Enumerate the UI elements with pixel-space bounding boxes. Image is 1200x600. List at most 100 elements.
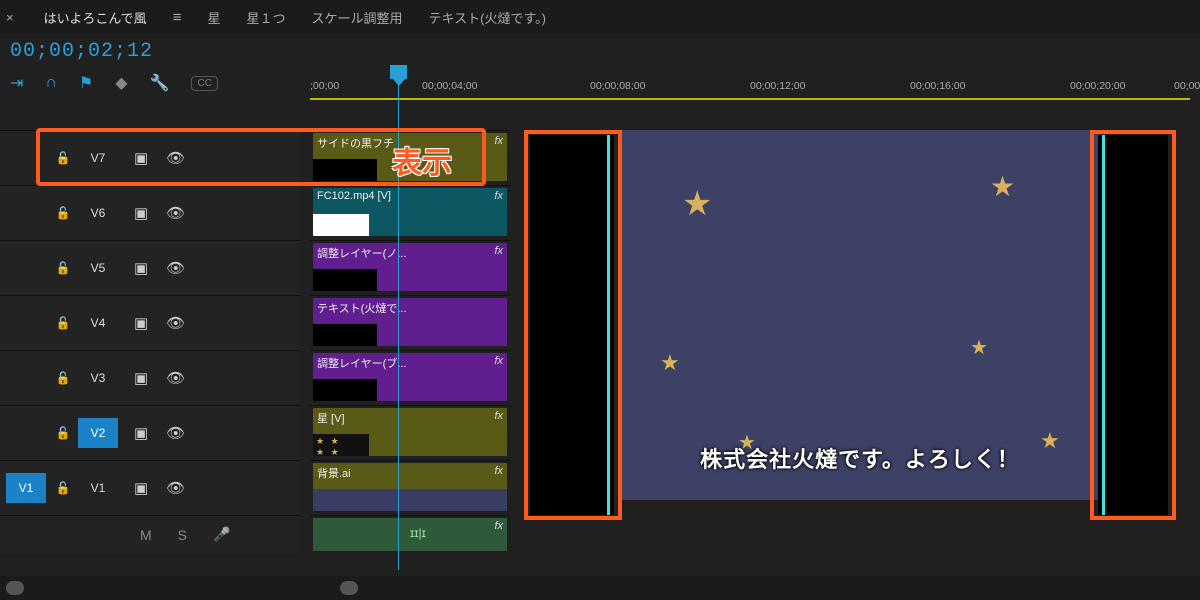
sequence-tab-bar: × はいよろこんで風 ≡ 星 星１つ スケール調整用 テキスト(火燵です。) bbox=[0, 0, 1200, 34]
clip-thumbnail bbox=[313, 379, 377, 401]
track-header-v7[interactable]: 🔓 V7 ▣ 👁 bbox=[0, 130, 300, 185]
ruler-tick: 00;00;20;00 bbox=[1070, 80, 1125, 92]
track-header-v4[interactable]: 🔓 V4 ▣ 👁 bbox=[0, 295, 300, 350]
lock-icon[interactable]: 🔓 bbox=[54, 206, 72, 220]
sequence-tab[interactable]: 星 bbox=[207, 8, 220, 27]
program-monitor-preview: ★ ★ ★ ★ ★ ★ 株式会社火燵です。よろしく！ bbox=[620, 130, 1100, 500]
clip-v4[interactable]: テキスト(火燵で... bbox=[313, 298, 507, 346]
eye-icon[interactable]: 👁 bbox=[166, 479, 185, 497]
playhead[interactable] bbox=[398, 65, 399, 570]
clip-v3[interactable]: 調整レイヤー(ブ... fx bbox=[313, 353, 507, 401]
captions-toggle[interactable]: CC bbox=[191, 76, 217, 91]
fx-badge-icon[interactable]: fx bbox=[494, 410, 503, 422]
clip-name: 星 [V] bbox=[317, 410, 491, 426]
preview-caption-text: 株式会社火燵です。よろしく！ bbox=[620, 442, 1100, 474]
lock-icon[interactable]: 🔓 bbox=[54, 426, 72, 440]
track-header-v5[interactable]: 🔓 V5 ▣ 👁 bbox=[0, 240, 300, 295]
eye-icon[interactable]: 👁 bbox=[166, 314, 185, 332]
zoom-handle-left[interactable] bbox=[6, 581, 24, 595]
clip-v5[interactable]: 調整レイヤー(ノ... fx bbox=[313, 243, 507, 291]
mute-toggle[interactable]: M bbox=[140, 527, 152, 543]
clip-name: FC102.mp4 [V] bbox=[317, 190, 491, 202]
insert-mode-icon[interactable]: ⇥ bbox=[10, 73, 23, 93]
sync-lock-icon[interactable]: ▣ bbox=[134, 369, 148, 387]
sequence-tab[interactable]: 星１つ bbox=[246, 8, 285, 27]
fx-badge-icon[interactable]: fx bbox=[494, 465, 503, 477]
track-header-a1[interactable]: M S 🎤 bbox=[0, 515, 300, 553]
clip-name: サイドの黒フチ bbox=[317, 135, 491, 151]
sync-lock-icon[interactable]: ▣ bbox=[134, 314, 148, 332]
sequence-tab[interactable]: スケール調整用 bbox=[311, 8, 402, 27]
source-patch-v1[interactable]: V1 bbox=[6, 473, 46, 503]
timeline-info: 00;00;02;12 ⇥ ∩ ⚑ ◆ 🔧 CC bbox=[10, 40, 218, 100]
sequence-tab[interactable]: テキスト(火燵です。) bbox=[429, 8, 546, 27]
track-header-v6[interactable]: 🔓 V6 ▣ 👁 bbox=[0, 185, 300, 240]
clip-name: 背景.ai bbox=[317, 465, 491, 481]
settings-wrench-icon[interactable]: 🔧 bbox=[150, 73, 170, 93]
timeline-horizontal-scrollbar[interactable] bbox=[0, 576, 1200, 600]
lock-icon[interactable]: 🔓 bbox=[54, 151, 72, 165]
clip-name: テキスト(火燵で... bbox=[317, 300, 491, 316]
clip-thumbnail bbox=[313, 324, 377, 346]
solo-toggle[interactable]: S bbox=[178, 527, 187, 543]
lock-icon[interactable]: 🔓 bbox=[54, 371, 72, 385]
marker-icon[interactable]: ⚑ bbox=[79, 73, 93, 93]
eye-icon[interactable]: 👁 bbox=[166, 424, 185, 442]
eye-icon[interactable]: 👁 bbox=[166, 369, 185, 387]
timeline-clip-area[interactable]: サイドの黒フチ fx FC102.mp4 [V] fx 調整レイヤー(ノ... … bbox=[310, 130, 510, 572]
fx-badge-icon[interactable]: fx bbox=[494, 520, 503, 532]
ruler-tick: 00;00;24; bbox=[1174, 80, 1200, 92]
track-label[interactable]: V2 bbox=[78, 418, 118, 448]
sync-lock-icon[interactable]: ▣ bbox=[134, 204, 148, 222]
track-header-column: 🔓 V7 ▣ 👁 🔓 V6 ▣ 👁 🔓 V5 ▣ 👁 🔓 V4 ▣ 👁 🔓 V3 ▣ 👁… bbox=[0, 130, 300, 572]
clip-v7[interactable]: サイドの黒フチ fx bbox=[313, 133, 507, 181]
track-header-v3[interactable]: 🔓 V3 ▣ 👁 bbox=[0, 350, 300, 405]
tag-icon[interactable]: ◆ bbox=[115, 73, 127, 93]
clip-thumbnail bbox=[313, 214, 369, 236]
eye-icon[interactable]: 👁 bbox=[166, 149, 185, 167]
clip-name: 調整レイヤー(ブ... bbox=[317, 355, 491, 371]
clip-v6[interactable]: FC102.mp4 [V] fx bbox=[313, 188, 507, 236]
sync-lock-icon[interactable]: ▣ bbox=[134, 259, 148, 277]
track-label[interactable]: V6 bbox=[78, 198, 118, 228]
star-graphic: ★ bbox=[660, 350, 680, 376]
zoom-handle-right[interactable] bbox=[340, 581, 358, 595]
track-label[interactable]: V7 bbox=[78, 143, 118, 173]
eye-icon[interactable]: 👁 bbox=[166, 259, 185, 277]
star-graphic: ★ bbox=[990, 170, 1015, 203]
lock-icon[interactable]: 🔓 bbox=[54, 316, 72, 330]
panel-menu-icon[interactable]: ≡ bbox=[173, 9, 182, 26]
current-timecode[interactable]: 00;00;02;12 bbox=[10, 40, 218, 63]
close-panel-icon[interactable]: × bbox=[6, 10, 14, 25]
sequence-tab-active[interactable]: はいよろこんで風 bbox=[44, 8, 147, 27]
lock-icon[interactable]: 🔓 bbox=[54, 261, 72, 275]
track-label[interactable]: V3 bbox=[78, 363, 118, 393]
side-black-bar-left bbox=[530, 135, 614, 515]
clip-name: 調整レイヤー(ノ... bbox=[317, 245, 491, 261]
fx-badge-icon[interactable]: fx bbox=[494, 355, 503, 367]
eye-icon[interactable]: 👁 bbox=[166, 204, 185, 222]
clip-a1[interactable]: fx ɪɪ|ɪ bbox=[313, 518, 507, 551]
track-header-v1[interactable]: V1 🔓 V1 ▣ 👁 bbox=[0, 460, 300, 515]
track-label[interactable]: V5 bbox=[78, 253, 118, 283]
clip-thumbnail bbox=[313, 159, 377, 181]
time-ruler[interactable]: ;00;00 00;00;04;00 00;00;08;00 00;00;12;… bbox=[310, 70, 1200, 110]
fx-badge-icon[interactable]: fx bbox=[494, 135, 503, 147]
fx-badge-icon[interactable]: fx bbox=[494, 245, 503, 257]
mic-icon[interactable]: 🎤 bbox=[213, 526, 230, 543]
sync-lock-icon[interactable]: ▣ bbox=[134, 479, 148, 497]
clip-v1[interactable]: 背景.ai fx bbox=[313, 463, 507, 511]
work-area-bar bbox=[310, 98, 1190, 100]
track-header-v2[interactable]: 🔓 V2 ▣ 👁 bbox=[0, 405, 300, 460]
sync-lock-icon[interactable]: ▣ bbox=[134, 424, 148, 442]
ruler-tick: 00;00;16;00 bbox=[910, 80, 965, 92]
track-label[interactable]: V4 bbox=[78, 308, 118, 338]
sync-lock-icon[interactable]: ▣ bbox=[134, 149, 148, 167]
star-graphic: ★ bbox=[682, 184, 712, 224]
clip-v2[interactable]: 星 [V] fx ★ ★★ ★ bbox=[313, 408, 507, 456]
fx-badge-icon[interactable]: fx bbox=[494, 190, 503, 202]
snap-magnet-icon[interactable]: ∩ bbox=[45, 74, 57, 92]
lock-icon[interactable]: 🔓 bbox=[54, 481, 72, 495]
star-graphic: ★ bbox=[970, 335, 988, 360]
track-label[interactable]: V1 bbox=[78, 473, 118, 503]
